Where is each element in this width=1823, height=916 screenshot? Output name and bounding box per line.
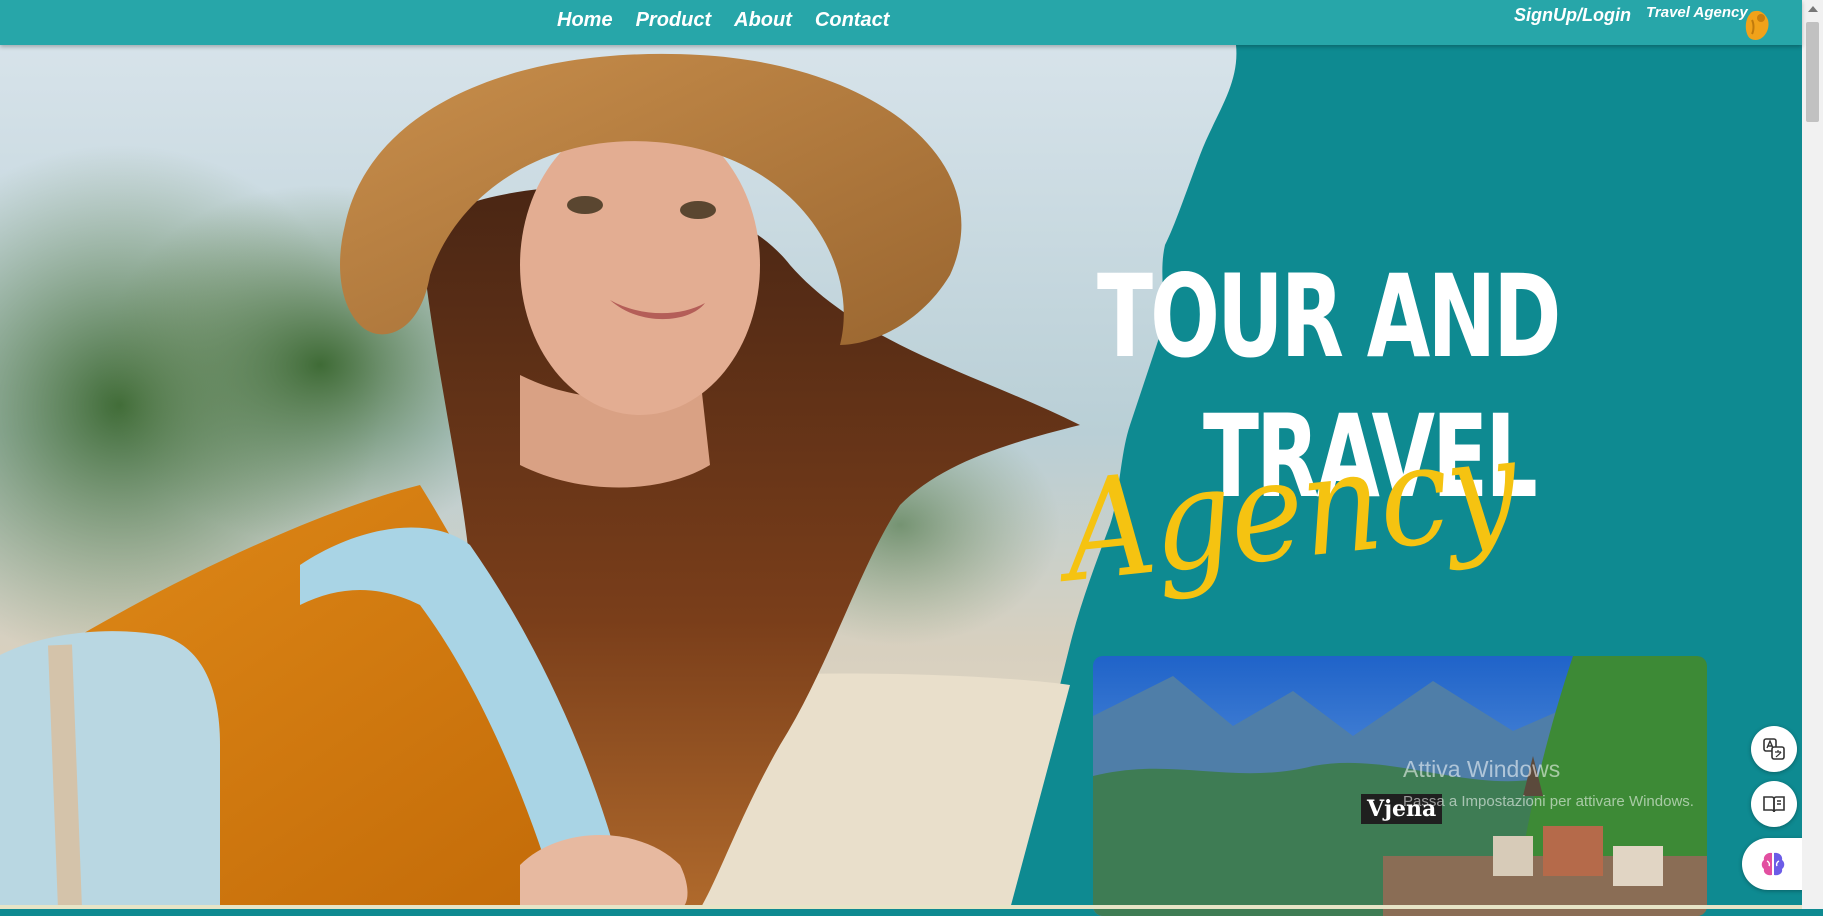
- signup-login-link[interactable]: SignUp/Login: [1514, 5, 1631, 26]
- reader-button[interactable]: [1751, 781, 1797, 827]
- destination-photo: [1093, 656, 1707, 916]
- brand-name: Travel Agency: [1646, 4, 1748, 21]
- destination-card[interactable]: Vjena: [1093, 656, 1707, 916]
- backpack-icon: [1745, 10, 1769, 41]
- nav-contact-link[interactable]: Contact: [815, 9, 889, 32]
- nav-home-link[interactable]: Home: [557, 9, 613, 32]
- translate-icon: [1763, 738, 1785, 760]
- nav-product-link[interactable]: Product: [636, 9, 712, 32]
- page-scrollbar[interactable]: [1802, 0, 1823, 909]
- ai-assistant-button[interactable]: [1742, 838, 1804, 890]
- hero-title-line-1: TOUR AND: [1097, 250, 1561, 383]
- bottom-edge: [0, 905, 1802, 909]
- nav-links: Home Product About Contact: [557, 9, 889, 32]
- brain-icon: [1761, 852, 1785, 876]
- windows-activation-subtitle: Passa a Impostazioni per attivare Window…: [1403, 793, 1694, 810]
- hero-title-script: Agency: [1056, 405, 1523, 614]
- scroll-up-arrow-icon[interactable]: [1808, 6, 1818, 12]
- translate-button[interactable]: [1751, 726, 1797, 772]
- nav-about-link[interactable]: About: [734, 9, 792, 32]
- windows-activation-title: Attiva Windows: [1403, 756, 1561, 782]
- scrollbar-thumb[interactable]: [1806, 22, 1819, 122]
- reader-icon: [1763, 796, 1785, 813]
- top-navbar: Home Product About Contact SignUp/Login …: [0, 0, 1802, 45]
